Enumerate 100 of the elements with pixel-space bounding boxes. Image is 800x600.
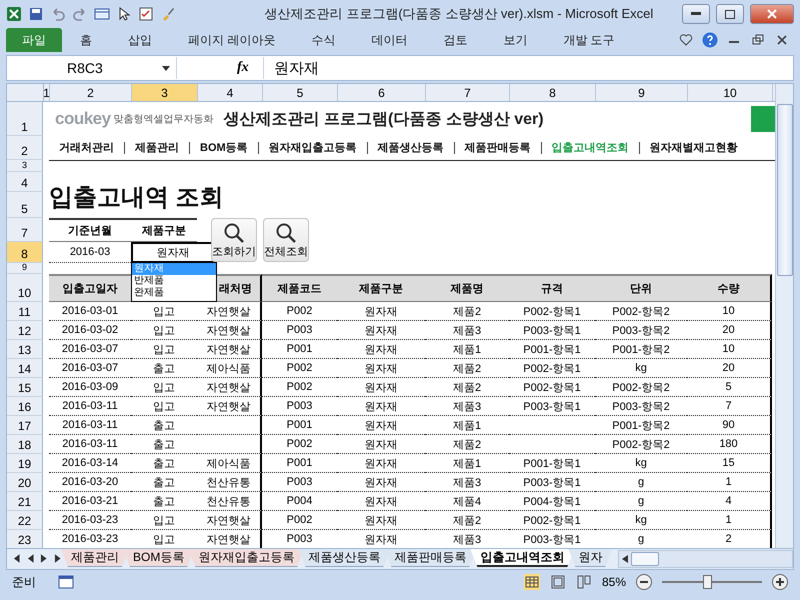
- normal-view-icon[interactable]: [524, 574, 540, 590]
- year-month-field[interactable]: 2016-03: [49, 242, 131, 263]
- vertical-scrollbar[interactable]: [775, 84, 793, 548]
- table-cell: 2016-03-02: [49, 321, 131, 340]
- table-cell: 2016-03-09: [49, 378, 131, 397]
- table-cell: 원자재: [337, 359, 425, 378]
- ribbon-tab[interactable]: 개발 도구: [545, 28, 633, 52]
- nav-link[interactable]: 제품생산등록: [366, 142, 454, 154]
- column-header[interactable]: 8: [510, 84, 596, 101]
- left-arrow-icon[interactable]: [622, 555, 628, 563]
- column-header[interactable]: 4: [198, 84, 263, 101]
- table-cell: P001-항목2: [595, 416, 687, 435]
- column-header[interactable]: 1: [44, 84, 50, 101]
- row-header[interactable]: 1: [7, 102, 43, 136]
- function-icon[interactable]: fx: [237, 60, 263, 76]
- column-header[interactable]: 7: [426, 84, 510, 101]
- save-icon[interactable]: [28, 6, 44, 22]
- row-header[interactable]: 8: [7, 242, 43, 263]
- ribbon-tab[interactable]: 수식: [293, 28, 354, 52]
- name-box[interactable]: R8C3: [7, 57, 177, 79]
- table-cell: P002-항목1: [509, 378, 595, 397]
- row-header[interactable]: 21: [7, 492, 43, 511]
- scrollbar-thumb[interactable]: [631, 552, 660, 566]
- macro-record-icon[interactable]: [58, 574, 74, 590]
- row-header[interactable]: 5: [7, 192, 43, 218]
- table-cell: 출고: [131, 359, 197, 378]
- row-header[interactable]: 10: [7, 274, 43, 302]
- nav-link[interactable]: 원자재별재고현황: [638, 142, 748, 154]
- nav-link[interactable]: 원자재입출고등록: [258, 142, 367, 154]
- page-layout-icon[interactable]: [550, 574, 566, 590]
- page-break-icon[interactable]: [576, 574, 592, 590]
- column-heading: 규격: [541, 282, 563, 296]
- row-header[interactable]: 17: [7, 416, 43, 435]
- nav-link[interactable]: 거래처관리: [49, 142, 124, 154]
- row-header[interactable]: 7: [7, 218, 43, 242]
- row-header[interactable]: 22: [7, 511, 43, 530]
- nav-link[interactable]: BOM등록: [189, 142, 258, 154]
- zoom-slider-thumb[interactable]: [703, 575, 712, 589]
- column-header[interactable]: 10: [688, 84, 773, 101]
- table-cell: 제품1: [425, 416, 509, 435]
- zoom-out-button[interactable]: [636, 574, 652, 590]
- table-cell: 10: [687, 302, 772, 321]
- column-header[interactable]: 3: [132, 84, 198, 101]
- search-button[interactable]: 전체조회: [263, 218, 309, 262]
- ribbon-tab[interactable]: 페이지 레이아웃: [170, 28, 294, 52]
- table-cell: 제아식품: [197, 359, 262, 378]
- table-cell: 2016-03-21: [49, 492, 131, 511]
- row-header[interactable]: 11: [7, 302, 43, 321]
- formula-field[interactable]: 원자재: [263, 57, 793, 79]
- row-header[interactable]: 20: [7, 473, 43, 492]
- maximize-button[interactable]: [716, 4, 744, 24]
- column-header[interactable]: 9: [596, 84, 688, 101]
- ribbon-tab[interactable]: 검토: [425, 28, 486, 52]
- row-header[interactable]: 4: [7, 172, 43, 192]
- form-icon[interactable]: [94, 6, 110, 22]
- table-cell: P001: [262, 416, 337, 435]
- ribbon-tab[interactable]: 삽입: [110, 28, 170, 52]
- horizontal-scrollbar[interactable]: [618, 550, 793, 568]
- row-header[interactable]: 9: [7, 263, 43, 274]
- file-tab[interactable]: 파일: [6, 28, 62, 52]
- ribbon-tab[interactable]: 보기: [485, 28, 546, 52]
- ribbon-tab[interactable]: 홈: [62, 28, 110, 52]
- row-header[interactable]: 15: [7, 378, 43, 397]
- row-header[interactable]: 12: [7, 321, 43, 340]
- minimize-button[interactable]: [682, 4, 710, 24]
- table-cell: 제품3: [425, 473, 509, 492]
- table-cell: 출고: [131, 473, 197, 492]
- zoom-level[interactable]: 85%: [602, 575, 626, 589]
- table-cell: 원자재: [337, 511, 425, 530]
- nav-link[interactable]: 제품판매등록: [454, 142, 541, 154]
- close-button[interactable]: [750, 4, 794, 24]
- table-cell: kg: [595, 511, 687, 530]
- search-button[interactable]: 조회하기: [211, 218, 257, 262]
- sheet-tab[interactable]: 원자: [568, 549, 612, 567]
- row-header[interactable]: 23: [7, 530, 43, 548]
- row-header[interactable]: 3: [7, 160, 43, 172]
- row-header[interactable]: 2: [7, 136, 43, 160]
- checklist-icon[interactable]: [138, 6, 154, 22]
- row-header[interactable]: 16: [7, 397, 43, 416]
- scrollbar-thumb[interactable]: [776, 104, 792, 276]
- help-icon[interactable]: [702, 32, 718, 48]
- ribbon-tab[interactable]: 데이터: [353, 28, 426, 52]
- table-cell: P004-항목1: [509, 492, 595, 511]
- column-header[interactable]: 6: [338, 84, 426, 101]
- table-cell: 출고: [131, 454, 197, 473]
- column-heading: 제품구분: [359, 282, 403, 296]
- nav-link[interactable]: 제품관리: [124, 142, 189, 154]
- table-cell: 10: [687, 340, 772, 359]
- row-header[interactable]: 19: [7, 454, 43, 473]
- row-header[interactable]: 18: [7, 435, 43, 454]
- heart-icon[interactable]: [678, 32, 694, 48]
- table-cell: P003: [262, 473, 337, 492]
- table-cell: 입고: [131, 321, 197, 340]
- table-cell: 2016-03-20: [49, 473, 131, 492]
- row-header[interactable]: 14: [7, 359, 43, 378]
- zoom-in-button[interactable]: [772, 574, 788, 590]
- table-cell: 천산유통: [197, 473, 262, 492]
- table-cell: 원자재: [337, 321, 425, 340]
- row-header[interactable]: 13: [7, 340, 43, 359]
- column-header[interactable]: 5: [263, 84, 338, 101]
